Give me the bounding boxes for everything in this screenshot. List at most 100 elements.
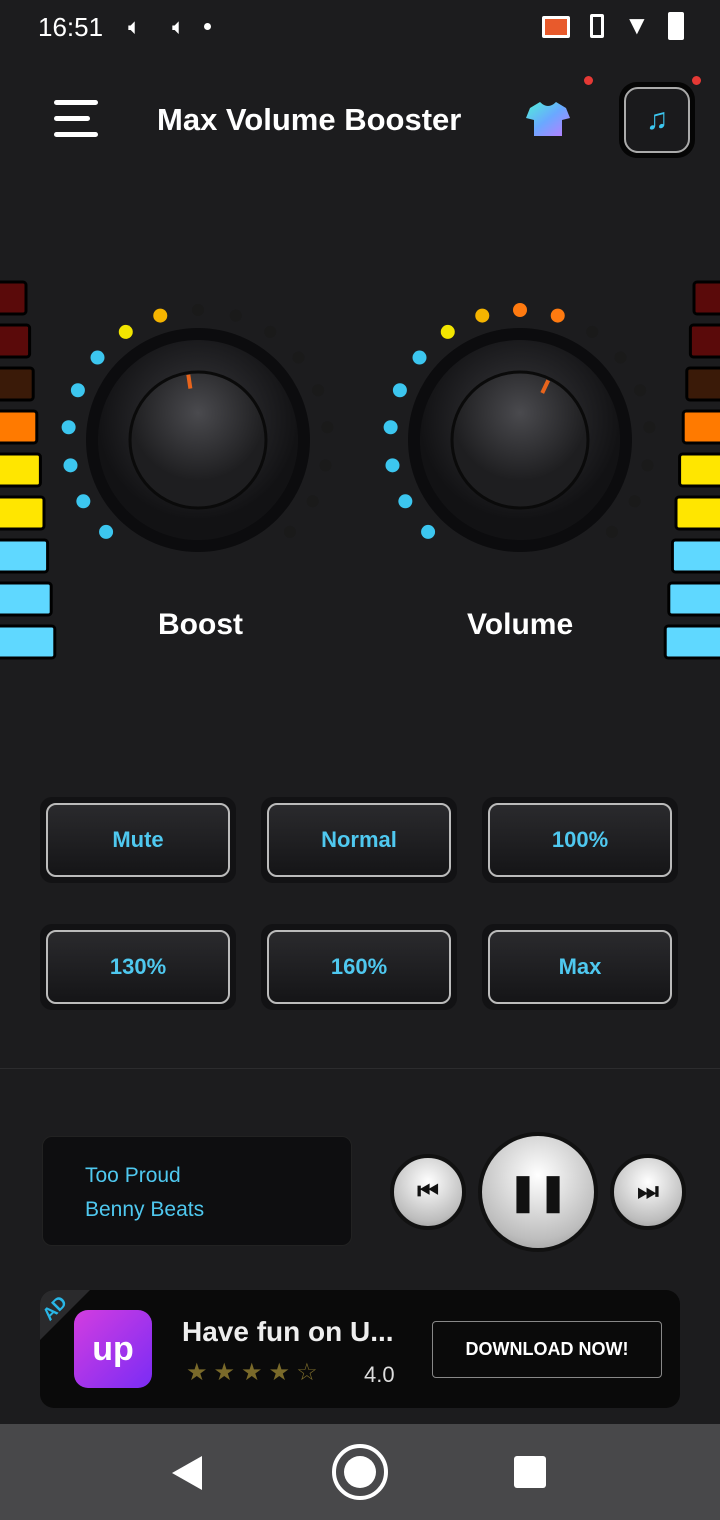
star-rating: ★★★★☆	[186, 1359, 324, 1386]
rating-value: 4.0	[364, 1362, 395, 1387]
app-title: Max Volume Booster	[157, 102, 462, 137]
meter-segment-right	[663, 624, 720, 660]
level-dot	[319, 459, 332, 472]
app-logo: up	[74, 1310, 152, 1388]
level-dot	[61, 420, 76, 435]
back-icon[interactable]	[172, 1456, 204, 1490]
previous-button[interactable]: ⏮	[390, 1154, 466, 1230]
battery-icon	[668, 12, 684, 40]
level-dot	[421, 524, 436, 539]
level-dot	[306, 495, 319, 508]
meter-segment-left	[0, 409, 39, 445]
knob-indicator	[186, 374, 193, 389]
level-dot	[90, 350, 105, 365]
preset-label: Mute	[46, 803, 230, 877]
meter-segment-right	[674, 495, 720, 531]
status-bar: 16:51 🔈︎ 🔈︎ ▼	[0, 0, 720, 56]
level-dot	[153, 308, 168, 323]
level-dot	[118, 324, 133, 339]
preset-button[interactable]: Max	[482, 924, 678, 1010]
ad-title: Have fun on U...	[182, 1316, 394, 1347]
level-dot	[76, 494, 91, 509]
level-dot	[192, 304, 204, 316]
previous-icon: ⏮	[417, 1178, 439, 1205]
now-playing-card[interactable]: Too Proud Benny Beats	[42, 1136, 352, 1246]
meter-segment-left	[0, 323, 32, 359]
preset-label: 130%	[46, 930, 230, 1004]
music-note-icon: ♫	[624, 87, 690, 153]
next-button[interactable]: ⏭	[610, 1154, 686, 1230]
preset-label: Normal	[267, 803, 451, 877]
meter-segment-right	[667, 581, 720, 617]
knob-inner	[450, 370, 590, 510]
preset-button[interactable]: Normal	[261, 797, 457, 883]
shirt-icon[interactable]	[526, 100, 570, 138]
ad-banner[interactable]: AD up Have fun on U... ★★★★☆ 4.0 DOWNLOA…	[40, 1290, 680, 1408]
level-dot	[392, 383, 407, 398]
recents-icon[interactable]	[514, 1456, 546, 1488]
meter-segment-left	[0, 280, 28, 316]
level-dot	[586, 325, 599, 338]
meter-segment-right	[681, 409, 720, 445]
pause-icon: ❚❚	[507, 1171, 569, 1212]
level-dot	[634, 384, 647, 397]
track-title: Too Proud	[85, 1164, 181, 1187]
volume-icon: 🔈︎	[128, 14, 142, 39]
level-dot	[99, 524, 114, 539]
volume-icon: 🔈︎	[172, 14, 186, 39]
level-dot	[643, 421, 656, 434]
wifi-icon: ▼	[624, 10, 650, 40]
level-dot	[229, 309, 242, 322]
level-dot	[605, 525, 618, 538]
meter-segment-left	[0, 366, 35, 402]
level-dot	[383, 420, 398, 435]
preset-button[interactable]: 100%	[482, 797, 678, 883]
preset-label: 100%	[488, 803, 672, 877]
level-dot	[475, 308, 490, 323]
meter-segment-left	[0, 581, 53, 617]
notification-dot	[692, 76, 701, 85]
level-dot	[70, 383, 85, 398]
knob-area	[0, 280, 720, 660]
music-button[interactable]: ♫	[619, 82, 695, 158]
level-dot	[63, 458, 78, 473]
preset-label: Max	[488, 930, 672, 1004]
level-dot	[292, 351, 305, 364]
preset-button[interactable]: 130%	[40, 924, 236, 1010]
meter-segment-right	[670, 538, 720, 574]
preset-button[interactable]: 160%	[261, 924, 457, 1010]
track-artist: Benny Beats	[85, 1198, 205, 1221]
meter-segment-left	[0, 495, 46, 531]
pause-button[interactable]: ❚❚	[478, 1132, 598, 1252]
vibrate-icon	[590, 14, 604, 38]
level-dot	[321, 421, 334, 434]
level-dot	[641, 459, 654, 472]
meter-segment-right	[678, 452, 720, 488]
menu-icon[interactable]	[54, 100, 98, 138]
next-icon: ⏭	[637, 1178, 659, 1205]
level-dot	[550, 308, 565, 323]
level-dot	[513, 303, 527, 317]
meter-segment-left	[0, 538, 50, 574]
meter-segment-right	[692, 280, 720, 316]
meter-segment-right	[688, 323, 720, 359]
cast-icon	[542, 16, 570, 38]
level-dot	[385, 458, 400, 473]
meter-segment-left	[0, 452, 42, 488]
preset-button[interactable]: Mute	[40, 797, 236, 883]
level-dot	[312, 384, 325, 397]
preset-label: 160%	[267, 930, 451, 1004]
download-button[interactable]: DOWNLOAD NOW!	[432, 1321, 662, 1378]
home-icon[interactable]	[332, 1444, 388, 1500]
level-dot	[264, 325, 277, 338]
navigation-bar	[0, 1424, 720, 1520]
level-dot	[283, 525, 296, 538]
level-dot	[628, 495, 641, 508]
volume-label: Volume	[467, 608, 574, 641]
level-dot	[440, 324, 455, 339]
level-dot	[398, 494, 413, 509]
level-dot	[614, 351, 627, 364]
boost-label: Boost	[158, 608, 243, 641]
dot-icon	[204, 23, 211, 30]
clock: 16:51	[38, 12, 104, 42]
